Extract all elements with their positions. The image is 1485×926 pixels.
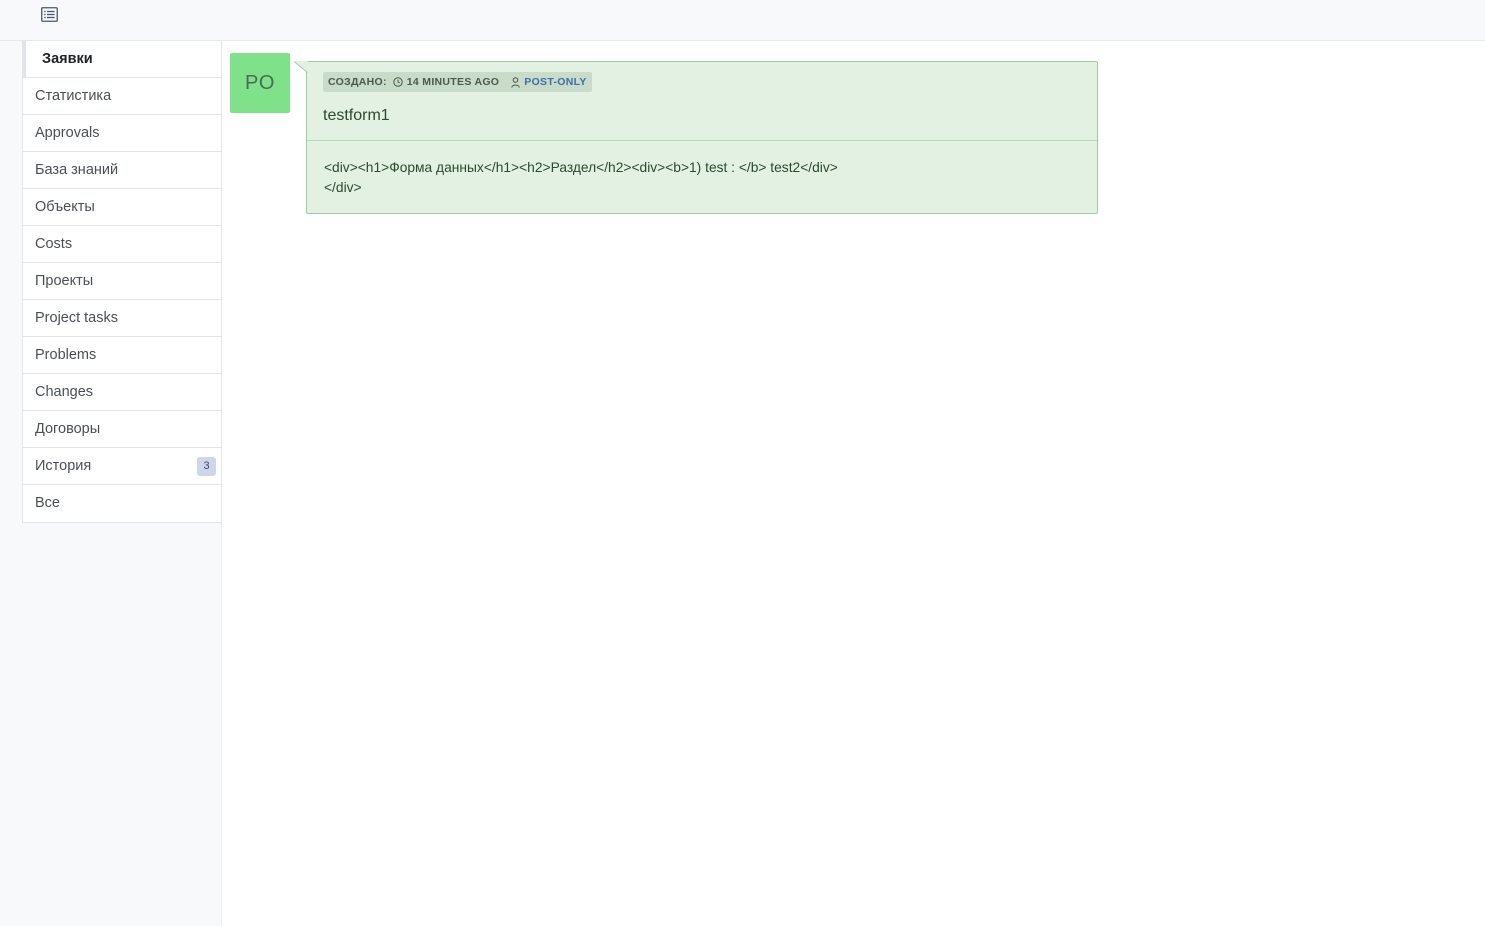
top-bar: [0, 0, 1485, 41]
sidebar-item-changes[interactable]: Changes: [23, 374, 221, 411]
sidebar-item-project-tasks[interactable]: Project tasks: [23, 300, 221, 337]
post-title: testform1: [323, 107, 390, 124]
sidebar-item-zayavki[interactable]: Заявки: [22, 41, 221, 78]
time-ago: 14 MINUTES AGO: [406, 76, 500, 88]
sidebar-item-all[interactable]: Все: [23, 485, 221, 522]
sidebar-item-projects[interactable]: Проекты: [23, 263, 221, 300]
sidebar-item-problems[interactable]: Problems: [23, 337, 221, 374]
sidebar-item-approvals[interactable]: Approvals: [23, 115, 221, 152]
card-divider: [307, 140, 1097, 141]
sidebar-item-contracts[interactable]: Договоры: [23, 411, 221, 448]
list-icon[interactable]: [40, 6, 58, 22]
post-body: <div><h1>Форма данных</h1><h2>Раздел</h2…: [324, 160, 838, 195]
sidebar-nav: Заявки Статистика Approvals База знаний …: [22, 41, 222, 523]
sidebar-item-knowledge-base[interactable]: База знаний: [23, 152, 221, 189]
sidebar-item-statistika[interactable]: Статистика: [23, 78, 221, 115]
created-label: СОЗДАНО:: [328, 76, 387, 88]
post-card: СОЗДАНО: 14 MINUTES AGO POST-ONLY testfo…: [294, 61, 1098, 214]
user-icon: [511, 76, 520, 88]
sidebar-item-costs[interactable]: Costs: [23, 226, 221, 263]
clock-icon: [393, 77, 403, 87]
post-meta: СОЗДАНО: 14 MINUTES AGO POST-ONLY: [323, 72, 592, 92]
history-count-badge: 3: [197, 457, 216, 476]
sidebar-item-objects[interactable]: Объекты: [23, 189, 221, 226]
sidebar-item-label: История: [35, 458, 92, 474]
avatar: PO: [230, 53, 290, 113]
sidebar-item-history[interactable]: История 3: [23, 448, 221, 485]
card-pointer-arrow: [294, 61, 308, 73]
author-link[interactable]: POST-ONLY: [524, 76, 586, 88]
